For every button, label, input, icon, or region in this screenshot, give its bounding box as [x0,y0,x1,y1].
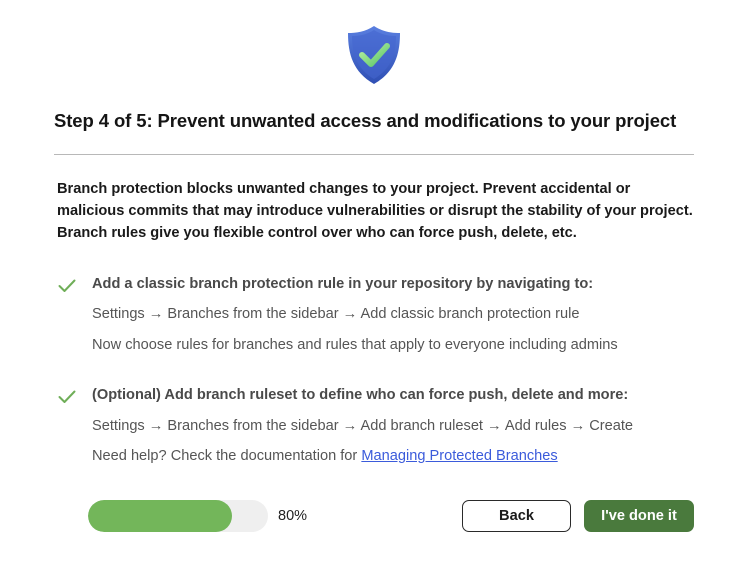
intro-text: Branch protection blocks unwanted change… [57,181,693,241]
step-item-path: Settings → Branches from the sidebar → A… [92,418,634,434]
progress-label: 80% [278,508,308,524]
help-prefix: Need help? Check the documentation for [92,448,362,464]
step-item-heading: (Optional) Add branch ruleset to define … [92,387,629,403]
step-item-heading: Add a classic branch protection rule in … [92,276,594,292]
progress-fill [88,500,232,532]
page-title: Step 4 of 5: Prevent unwanted access and… [54,110,677,131]
step-item-path: Settings → Branches from the sidebar → A… [92,306,580,322]
shield-check-icon [345,24,403,86]
documentation-link[interactable]: Managing Protected Branches [361,448,557,464]
divider [54,154,694,155]
progress-bar [88,500,268,532]
done-button[interactable]: I've done it [584,500,694,532]
step-item-note: Now choose rules for branches and rules … [92,337,618,353]
check-icon [58,279,76,293]
back-button[interactable]: Back [462,500,571,532]
check-icon [58,390,76,404]
help-text: Need help? Check the documentation for M… [92,448,558,464]
